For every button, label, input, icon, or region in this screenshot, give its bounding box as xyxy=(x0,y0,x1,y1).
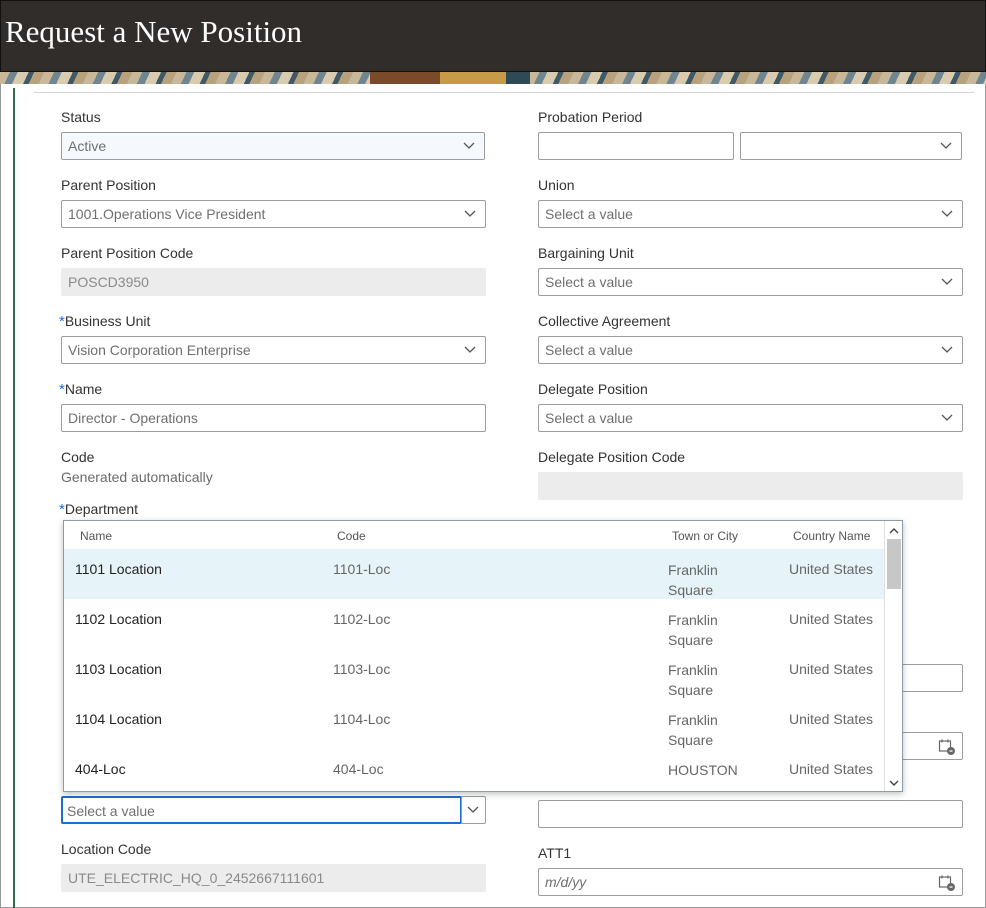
delegate-position-code-field xyxy=(538,472,963,500)
union-label: Union xyxy=(538,177,575,193)
name-label: *Name xyxy=(59,381,103,398)
collective-agreement-select[interactable]: Select a value xyxy=(538,336,963,364)
location-placeholder: Select a value xyxy=(67,803,155,819)
row-town: Franklin Square xyxy=(668,612,718,648)
row-code: 1101-Loc xyxy=(333,561,391,577)
location-code-value: UTE_ELECTRIC_HQ_0_2452667111601 xyxy=(68,870,325,886)
collective-agreement-placeholder: Select a value xyxy=(545,342,633,358)
business-unit-select[interactable]: Vision Corporation Enterprise xyxy=(61,336,486,364)
row-country: United States xyxy=(789,561,874,577)
location-code-label: Location Code xyxy=(61,841,152,857)
header-banner xyxy=(0,72,986,84)
department-label: *Department xyxy=(59,501,138,518)
location-input[interactable]: Select a value xyxy=(61,796,462,824)
row-country: United States xyxy=(789,611,874,627)
business-unit-label: *Business Unit xyxy=(59,313,151,330)
chevron-up-icon[interactable] xyxy=(888,524,900,536)
bargaining-unit-placeholder: Select a value xyxy=(545,274,633,290)
status-value: Active xyxy=(68,138,107,154)
chevron-down-icon xyxy=(940,342,954,356)
delegate-position-placeholder: Select a value xyxy=(545,410,633,426)
left-accent-bar xyxy=(13,88,15,908)
probation-period-input[interactable] xyxy=(538,132,734,160)
status-select[interactable]: Active xyxy=(61,132,485,160)
dropdown-header: Name Code Town or City Country Name xyxy=(64,521,884,549)
code-label: Code xyxy=(61,449,95,465)
name-input[interactable]: Director - Operations xyxy=(61,404,486,432)
calendar-icon[interactable] xyxy=(938,738,956,756)
parent-position-select[interactable]: 1001.Operations Vice President xyxy=(61,200,486,228)
row-name: 1104 Location xyxy=(75,711,162,727)
calendar-icon[interactable] xyxy=(938,874,956,892)
delegate-position-code-label: Delegate Position Code xyxy=(538,449,686,465)
chevron-down-icon xyxy=(939,138,953,152)
column-header-name: Name xyxy=(80,529,113,543)
att1-placeholder: m/d/yy xyxy=(545,874,587,890)
dropdown-row[interactable]: 1103 Location 1103-Loc Franklin Square U… xyxy=(64,649,884,699)
business-unit-value: Vision Corporation Enterprise xyxy=(68,342,251,358)
row-town: HOUSTON xyxy=(668,762,738,778)
row-name: 1101 Location xyxy=(75,561,162,577)
chevron-down-icon xyxy=(463,342,477,356)
name-value: Director - Operations xyxy=(68,410,198,426)
column-header-country: Country Name xyxy=(793,529,871,543)
row-name: 404-Loc xyxy=(75,761,126,777)
column-header-town: Town or City xyxy=(672,529,739,543)
parent-position-label: Parent Position xyxy=(61,177,156,193)
bargaining-unit-label: Bargaining Unit xyxy=(538,245,634,261)
column-header-code: Code xyxy=(337,529,366,543)
chevron-down-icon xyxy=(940,206,954,220)
chevron-down-icon[interactable] xyxy=(888,776,900,788)
probation-unit-select[interactable] xyxy=(740,132,962,160)
row-name: 1102 Location xyxy=(75,611,162,627)
code-value: Generated automatically xyxy=(61,469,213,485)
parent-position-code-field: POSCD3950 xyxy=(61,268,486,296)
row-country: United States xyxy=(789,761,874,777)
location-dropdown-button[interactable] xyxy=(461,796,486,824)
union-select[interactable]: Select a value xyxy=(538,200,963,228)
row-country: United States xyxy=(789,661,874,677)
union-placeholder: Select a value xyxy=(545,206,633,222)
parent-position-value: 1001.Operations Vice President xyxy=(68,206,266,222)
delegate-position-select[interactable]: Select a value xyxy=(538,404,963,432)
scrollbar-thumb[interactable] xyxy=(887,539,901,589)
collective-agreement-label: Collective Agreement xyxy=(538,313,671,329)
page-header: Request a New Position xyxy=(0,0,986,72)
dropdown-row[interactable]: 1102 Location 1102-Loc Franklin Square U… xyxy=(64,599,884,649)
row-name: 1103 Location xyxy=(75,661,162,677)
chevron-down-icon xyxy=(463,206,477,220)
text-input[interactable] xyxy=(538,800,963,828)
dropdown-row[interactable]: 1104 Location 1104-Loc Franklin Square U… xyxy=(64,699,884,749)
delegate-position-label: Delegate Position xyxy=(538,381,648,397)
row-code: 1102-Loc xyxy=(333,611,391,627)
dropdown-row[interactable]: 1101 Location 1101-Loc Franklin Square U… xyxy=(64,549,884,599)
parent-position-code-label: Parent Position Code xyxy=(61,245,194,261)
location-code-field: UTE_ELECTRIC_HQ_0_2452667111601 xyxy=(61,864,486,892)
row-code: 1104-Loc xyxy=(333,711,391,727)
dropdown-scrollbar[interactable] xyxy=(884,521,902,791)
att1-label: ATT1 xyxy=(538,845,572,861)
parent-position-code-value: POSCD3950 xyxy=(68,274,149,290)
row-town: Franklin Square xyxy=(668,712,718,748)
page-title: Request a New Position xyxy=(5,14,303,49)
row-town: Franklin Square xyxy=(668,562,718,598)
chevron-down-icon xyxy=(940,274,954,288)
probation-period-label: Probation Period xyxy=(538,109,643,125)
location-dropdown-popup: Name Code Town or City Country Name 1101… xyxy=(63,520,903,792)
dropdown-row[interactable]: 404-Loc 404-Loc HOUSTON United States xyxy=(64,749,884,791)
att1-date-input[interactable]: m/d/yy xyxy=(538,868,963,896)
chevron-down-icon xyxy=(466,802,480,816)
row-code: 404-Loc xyxy=(333,761,384,777)
row-town: Franklin Square xyxy=(668,662,718,698)
bargaining-unit-select[interactable]: Select a value xyxy=(538,268,963,296)
status-label: Status xyxy=(61,109,101,125)
chevron-down-icon xyxy=(462,138,476,152)
row-code: 1103-Loc xyxy=(333,661,391,677)
chevron-down-icon xyxy=(940,410,954,424)
section-divider xyxy=(34,92,974,93)
row-country: United States xyxy=(789,711,874,727)
